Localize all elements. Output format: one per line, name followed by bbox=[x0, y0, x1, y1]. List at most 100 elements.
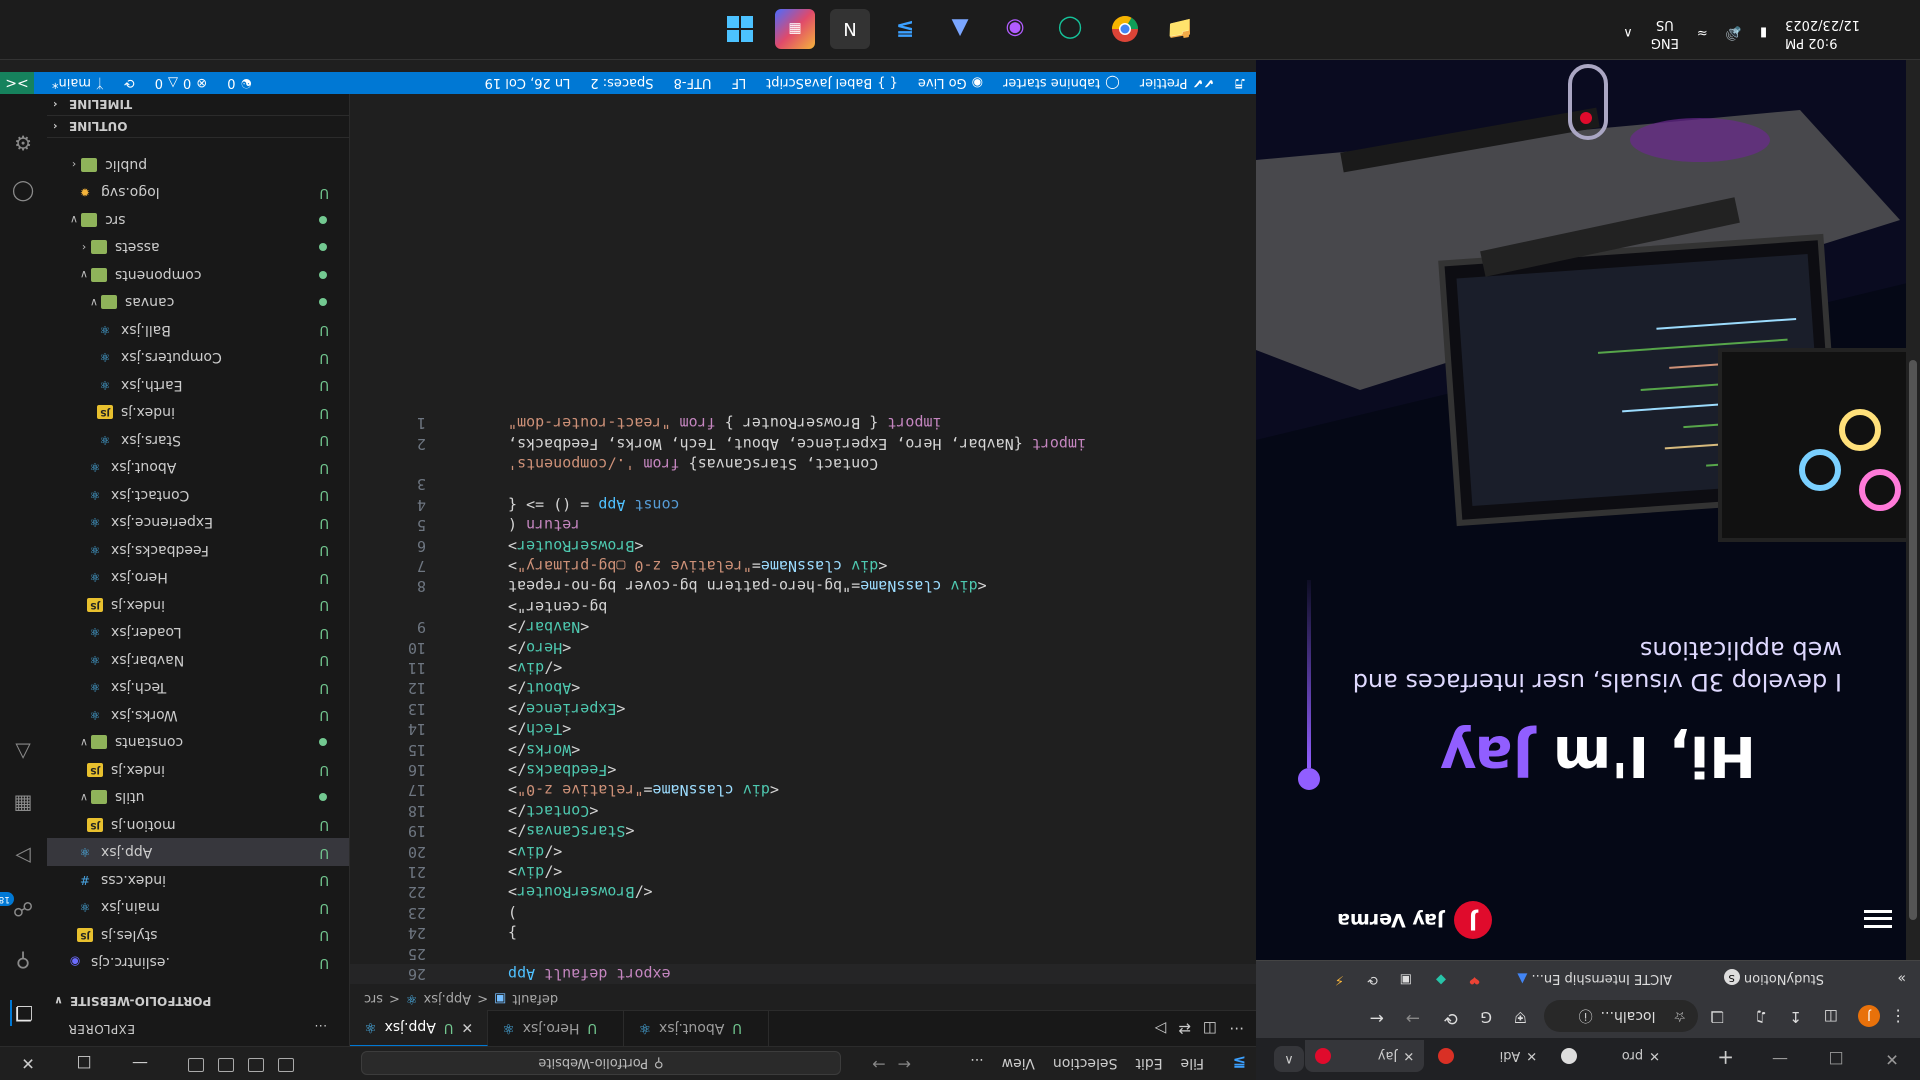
breadcrumb-item[interactable]: src bbox=[364, 992, 383, 1007]
scroll-indicator[interactable] bbox=[1568, 64, 1608, 140]
tree-item[interactable]: Uindex.js JS bbox=[47, 591, 349, 619]
tree-item[interactable]: utils ∨ bbox=[47, 784, 349, 812]
code-line[interactable]: } 24 bbox=[350, 923, 1256, 943]
bookmark-icon-heart[interactable]: ❤ bbox=[1469, 972, 1480, 987]
code-line[interactable]: return (5 bbox=[350, 515, 1256, 535]
share-icon[interactable]: ↥ bbox=[1789, 1008, 1802, 1026]
tree-item[interactable]: Uindex.js JS bbox=[47, 399, 349, 427]
status-ports[interactable]: ☯ 0 bbox=[217, 76, 262, 91]
site-info-icon[interactable]: ⓘ bbox=[1579, 1006, 1593, 1026]
code-line[interactable]: 25 bbox=[350, 944, 1256, 964]
outline-section[interactable]: OUTLINE ‹ bbox=[47, 116, 349, 138]
shield-icon[interactable]: ⛨ bbox=[1515, 1008, 1526, 1026]
code-line[interactable]: </BrowserRouter> 22 bbox=[350, 882, 1256, 902]
search-icon[interactable]: ⚲ bbox=[10, 948, 36, 974]
tab-spacer[interactable] bbox=[605, 1020, 609, 1036]
menu-item[interactable]: ... bbox=[970, 1056, 983, 1072]
tree-item[interactable]: Ustyles.js JS bbox=[47, 921, 349, 949]
code-line[interactable]: </div> 20 bbox=[350, 842, 1256, 862]
bookmark-aicte[interactable]: AICTE Internship En... ▲ bbox=[1517, 971, 1672, 986]
command-center-search[interactable]: ⚲ Portfolio-Website bbox=[361, 1051, 841, 1075]
explorer-more-button[interactable]: ... bbox=[314, 1022, 327, 1036]
maximize-button[interactable]: □ bbox=[56, 1046, 112, 1080]
grammarly-icon[interactable]: G bbox=[1480, 1008, 1492, 1026]
back-icon[interactable]: ← bbox=[1370, 1008, 1384, 1028]
tree-item[interactable]: U About.jsx ⚛ bbox=[47, 454, 349, 482]
tree-item[interactable]: U Contact.jsx ⚛ bbox=[47, 481, 349, 509]
code-line[interactable]: <Tech/> 14 bbox=[350, 719, 1256, 739]
code-line[interactable]: <div className="relative z-0 ▢bg-primary… bbox=[350, 556, 1256, 576]
media-icon[interactable]: ♫ bbox=[1755, 1008, 1768, 1026]
status-prettier[interactable]: ✔✔ Prettier bbox=[1130, 76, 1225, 91]
tree-item[interactable]: U Stars.jsx ⚛ bbox=[47, 426, 349, 454]
extensions-puzzle-icon[interactable]: ❏ bbox=[1711, 1008, 1724, 1026]
tree-item[interactable]: U Earth.jsx ⚛ bbox=[47, 371, 349, 399]
status-encoding[interactable]: UTF-8 bbox=[664, 76, 722, 91]
code-line[interactable]: <Contact/> 18 bbox=[350, 801, 1256, 821]
run-debug-icon[interactable]: ▷ bbox=[10, 844, 36, 870]
chrome-maximize-button[interactable]: □ bbox=[1808, 1038, 1864, 1080]
code-line[interactable]: export default App 26 bbox=[350, 964, 1256, 984]
close-icon[interactable]: ✕ bbox=[461, 1020, 473, 1036]
settings-gear-icon[interactable]: ⚙ bbox=[10, 130, 36, 156]
toggle-panel-icon[interactable] bbox=[248, 1058, 264, 1072]
code-line[interactable]: <Hero/> 10 bbox=[350, 638, 1256, 658]
status-eol[interactable]: LF bbox=[721, 76, 756, 91]
tree-item[interactable]: U Feedbacks.jsx ⚛ bbox=[47, 536, 349, 564]
tab-search-icon[interactable]: ∧ bbox=[1274, 1046, 1304, 1072]
code-line[interactable]: ) 23 bbox=[350, 903, 1256, 923]
volume-icon[interactable]: 🔊 bbox=[1726, 26, 1742, 41]
wifi-icon[interactable]: ≈ bbox=[1697, 26, 1708, 41]
code-line[interactable]: <Works/> 15 bbox=[350, 740, 1256, 760]
bookmark-studynotion[interactable]: StudyNotion S bbox=[1723, 969, 1824, 986]
sync-icon[interactable]: ⟳ bbox=[114, 76, 145, 91]
breadcrumb-item[interactable]: default bbox=[512, 992, 558, 1007]
timeline-section[interactable]: TIMELINE ‹ bbox=[47, 94, 349, 116]
code-line[interactable]: Contact, StarsCanvas} from './components… bbox=[350, 454, 1256, 474]
code-line[interactable]: import {Navbar, Hero, Experience, About,… bbox=[350, 434, 1256, 454]
grammarly-app-icon[interactable]: ◯ bbox=[1050, 9, 1090, 49]
toggle-secondary-sidebar-icon[interactable] bbox=[218, 1058, 234, 1072]
tree-item[interactable]: U App.jsx ⚛ bbox=[47, 838, 349, 866]
bookmark-star-icon[interactable]: ☆ bbox=[1673, 1008, 1686, 1024]
reload-icon[interactable]: ⟳ bbox=[1444, 1008, 1458, 1028]
hamburger-menu-icon[interactable] bbox=[1864, 910, 1892, 928]
tree-item[interactable]: Uindex.js JS bbox=[47, 756, 349, 784]
clock[interactable]: 9:02 PM 12/23/2023 bbox=[1785, 15, 1860, 51]
code-line[interactable]: <Navbar/> 9 bbox=[350, 617, 1256, 637]
code-line[interactable]: <About/> 12 bbox=[350, 678, 1256, 698]
more-bookmarks-icon[interactable]: » bbox=[1897, 970, 1906, 986]
tree-item[interactable]: U Ball.jsx ⚛ bbox=[47, 316, 349, 344]
tree-item[interactable]: public ‹ bbox=[47, 151, 349, 179]
status-tabnine[interactable]: ◯ tabnine starter bbox=[993, 76, 1130, 91]
menu-item[interactable]: File bbox=[1181, 1056, 1204, 1072]
code-line[interactable]: <StarsCanvas/> 19 bbox=[350, 821, 1256, 841]
code-editor[interactable]: import { BrowserRouter } from "react-rou… bbox=[350, 92, 1256, 988]
status-language[interactable]: { } Babel JavaScript bbox=[756, 76, 908, 91]
toggle-sidebar-icon[interactable] bbox=[278, 1058, 294, 1072]
tree-item[interactable]: assets ‹ bbox=[47, 234, 349, 262]
tab-spacer[interactable] bbox=[750, 1020, 754, 1036]
code-line[interactable]: <BrowserRouter> 6 bbox=[350, 536, 1256, 556]
remote-indicator-icon[interactable]: >< bbox=[0, 72, 34, 94]
tray-overflow-icon[interactable]: ∧ bbox=[1623, 26, 1633, 41]
bookmark-icon-box[interactable]: ▣ bbox=[1400, 972, 1412, 987]
source-control-icon[interactable]: ☍ 180 bbox=[0, 892, 36, 922]
code-line[interactable]: <Experience/> 13 bbox=[350, 699, 1256, 719]
notifications-icon[interactable]: ♬ bbox=[1224, 76, 1256, 91]
run-file-icon[interactable]: ▷ bbox=[1155, 1020, 1167, 1038]
bookmark-icon-circle[interactable]: ⟳ bbox=[1367, 972, 1378, 987]
tab-about-jsx[interactable]: U About.jsx ⚛ bbox=[624, 1010, 770, 1046]
nav-arrows[interactable]: ←→ bbox=[860, 1055, 911, 1074]
code-line[interactable]: <div className="relative z-0"> 17 bbox=[350, 780, 1256, 800]
close-window-button[interactable]: ✕ bbox=[0, 1046, 56, 1080]
tree-item[interactable]: U Tech.jsx ⚛ bbox=[47, 674, 349, 702]
address-bar[interactable]: ☆ localh... ⓘ bbox=[1544, 1000, 1698, 1032]
project-section-header[interactable]: PORTFOLIO-WEBSITE ∨ bbox=[48, 990, 349, 1012]
tree-item[interactable]: src ∨ bbox=[47, 206, 349, 234]
tree-item[interactable]: U Experience.jsx ⚛ bbox=[47, 509, 349, 537]
windows-start-icon[interactable] bbox=[720, 9, 760, 49]
status-cursor[interactable]: Ln 26, Col 19 bbox=[475, 76, 581, 91]
tree-item[interactable]: canvas ∨ bbox=[47, 289, 349, 317]
split-editor-icon[interactable]: ◫ bbox=[1203, 1020, 1217, 1038]
